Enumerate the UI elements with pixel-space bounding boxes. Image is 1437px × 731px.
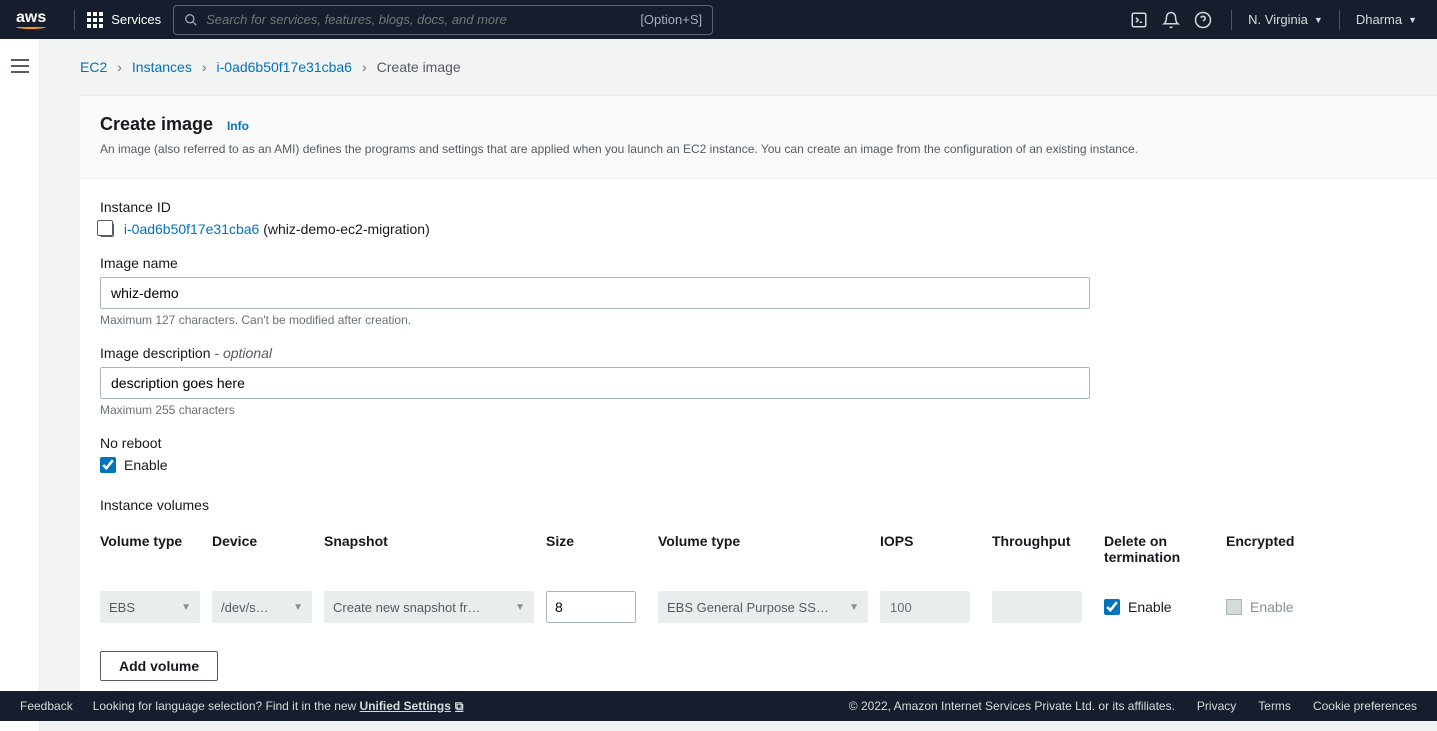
grid-icon: [87, 12, 103, 28]
image-name-hint: Maximum 127 characters. Can't be modifie…: [100, 313, 1417, 327]
chevron-right-icon: ›: [202, 59, 207, 75]
cloudshell-icon[interactable]: [1123, 11, 1155, 29]
snapshot-select[interactable]: Create new snapshot fr…▼: [324, 591, 534, 623]
caret-down-icon: ▼: [1314, 15, 1323, 25]
col-device: Device: [212, 533, 312, 563]
chevron-right-icon: ›: [362, 59, 367, 75]
account-menu[interactable]: Dharma▼: [1352, 12, 1421, 27]
region-selector[interactable]: N. Virginia▼: [1244, 12, 1327, 27]
col-volume-type2: Volume type: [658, 533, 868, 563]
sidebar-toggle[interactable]: [11, 59, 29, 73]
services-menu[interactable]: Services: [87, 12, 161, 28]
search-shortcut: [Option+S]: [640, 12, 702, 27]
caret-down-icon: ▼: [849, 602, 859, 613]
delete-on-term-label: Enable: [1128, 599, 1172, 615]
copyright: © 2022, Amazon Internet Services Private…: [849, 699, 1175, 713]
encrypted-checkbox: [1226, 599, 1242, 615]
main-content: EC2 › Instances › i-0ad6b50f17e31cba6 › …: [40, 39, 1437, 731]
encrypted-label: Enable: [1250, 599, 1294, 615]
feedback-link[interactable]: Feedback: [20, 699, 73, 713]
caret-down-icon: ▼: [515, 602, 525, 613]
search-input[interactable]: [206, 12, 640, 27]
copy-icon[interactable]: [100, 223, 114, 237]
volume-type2-select[interactable]: EBS General Purpose SS…▼: [658, 591, 868, 623]
breadcrumb: EC2 › Instances › i-0ad6b50f17e31cba6 › …: [40, 39, 1437, 95]
breadcrumb-current: Create image: [377, 59, 461, 75]
instance-volumes-title: Instance volumes: [100, 497, 1417, 513]
notifications-icon[interactable]: [1155, 11, 1187, 29]
chevron-right-icon: ›: [117, 59, 122, 75]
info-link[interactable]: Info: [227, 119, 249, 133]
help-icon[interactable]: [1187, 11, 1219, 29]
add-volume-button[interactable]: Add volume: [100, 651, 218, 681]
image-desc-input[interactable]: [100, 367, 1090, 399]
col-throughput: Throughput: [992, 533, 1092, 563]
col-size: Size: [546, 533, 646, 563]
breadcrumb-ec2[interactable]: EC2: [80, 59, 107, 75]
volume-type-select[interactable]: EBS▼: [100, 591, 200, 623]
external-link-icon: ⧉: [455, 699, 464, 713]
cookie-link[interactable]: Cookie preferences: [1313, 699, 1417, 713]
page-description: An image (also referred to as an AMI) de…: [100, 141, 1417, 158]
caret-down-icon: ▼: [1408, 15, 1417, 25]
col-snapshot: Snapshot: [324, 533, 534, 563]
privacy-link[interactable]: Privacy: [1197, 699, 1236, 713]
image-desc-label: Image description - optional: [100, 345, 1417, 361]
volumes-table: Volume type Device Snapshot Size Volume …: [100, 533, 1417, 623]
caret-down-icon: ▼: [293, 602, 303, 613]
delete-on-term-checkbox[interactable]: [1104, 599, 1120, 615]
language-hint: Looking for language selection? Find it …: [93, 699, 464, 714]
col-volume-type: Volume type: [100, 533, 200, 563]
unified-settings-link[interactable]: Unified Settings⧉: [360, 699, 464, 713]
terms-link[interactable]: Terms: [1258, 699, 1291, 713]
instance-name: (whiz-demo-ec2-migration): [263, 221, 430, 237]
divider: [1339, 10, 1340, 30]
create-image-panel: Create image Info An image (also referre…: [80, 95, 1437, 701]
side-rail: [0, 39, 40, 731]
caret-down-icon: ▼: [181, 602, 191, 613]
image-name-input[interactable]: [100, 277, 1090, 309]
device-select[interactable]: /dev/s…▼: [212, 591, 312, 623]
page-title: Create image: [100, 114, 213, 134]
global-search[interactable]: [Option+S]: [173, 5, 713, 35]
image-name-label: Image name: [100, 255, 1417, 271]
top-nav-bar: aws Services [Option+S] N. Virginia▼ Dha…: [0, 0, 1437, 39]
instance-id-label: Instance ID: [100, 199, 1417, 215]
throughput-value: [992, 591, 1082, 623]
divider: [74, 10, 75, 30]
no-reboot-checkbox[interactable]: [100, 457, 116, 473]
panel-header: Create image Info An image (also referre…: [80, 96, 1437, 179]
services-label: Services: [111, 12, 161, 27]
col-delete-on-term: Delete on termination: [1104, 533, 1214, 579]
enable-label: Enable: [124, 457, 168, 473]
size-input[interactable]: [546, 591, 636, 623]
no-reboot-label: No reboot: [100, 435, 1417, 451]
image-desc-hint: Maximum 255 characters: [100, 403, 1417, 417]
search-icon: [184, 13, 198, 27]
footer: Feedback Looking for language selection?…: [0, 691, 1437, 721]
col-encrypted: Encrypted: [1226, 533, 1306, 563]
divider: [1231, 10, 1232, 30]
breadcrumb-instances[interactable]: Instances: [132, 59, 192, 75]
iops-value: 100: [880, 591, 970, 623]
breadcrumb-instance-id[interactable]: i-0ad6b50f17e31cba6: [217, 59, 352, 75]
aws-logo[interactable]: aws: [16, 9, 46, 31]
instance-id-link[interactable]: i-0ad6b50f17e31cba6: [124, 221, 259, 237]
col-iops: IOPS: [880, 533, 980, 563]
